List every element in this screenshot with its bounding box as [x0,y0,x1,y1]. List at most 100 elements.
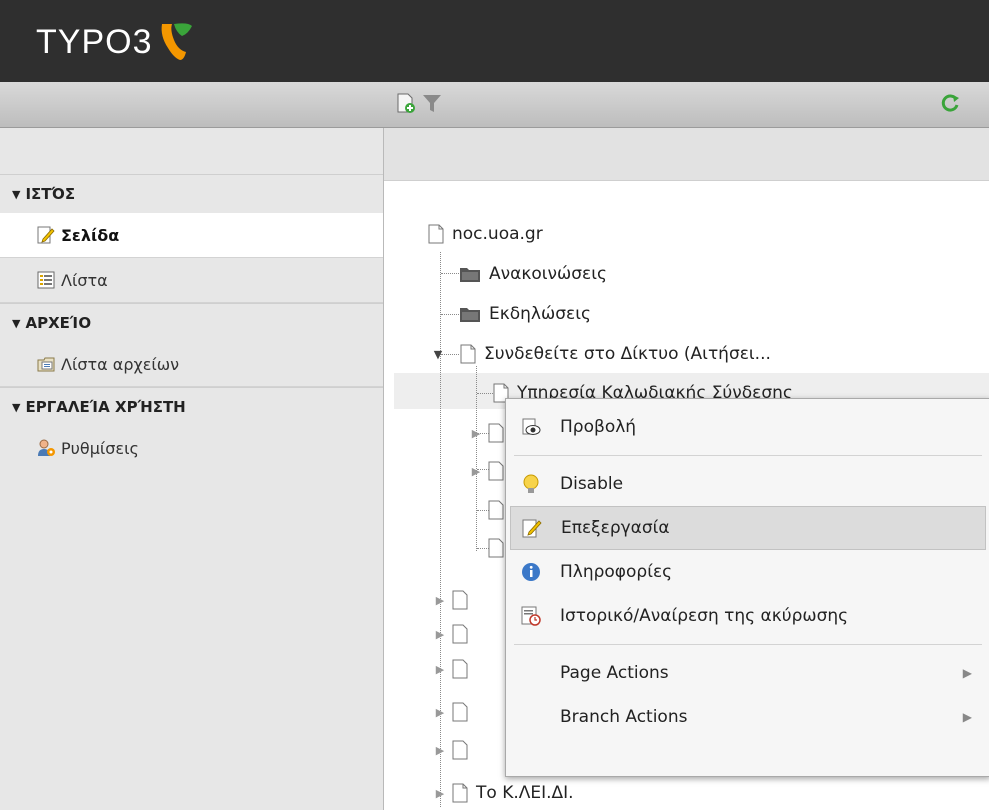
page-icon [488,461,504,481]
module-menu-spacer [0,128,383,174]
menu-item-view[interactable]: Προβολή [506,405,989,449]
section-title: ΙΣΤΌΣ [25,185,76,203]
module-label: Λίστα αρχείων [61,354,180,374]
menu-item-branch-actions[interactable]: Branch Actions ▶ [506,695,989,739]
page-icon [488,538,504,558]
menu-item-label: Πληροφορίες [560,562,673,582]
menu-item-label: Disable [560,474,624,494]
page-icon [452,783,468,803]
expand-arrow-icon[interactable]: ▶ [470,465,482,478]
menu-item-label: Branch Actions [560,707,688,727]
menu-item-label: Page Actions [560,663,669,683]
top-bar: TYPO3 [0,0,989,82]
expand-arrow-icon[interactable]: ▶ [434,744,446,757]
collapse-triangle-icon: ▼ [12,187,21,201]
collapse-arrow-icon[interactable]: ▼ [432,348,444,361]
menu-item-disable[interactable]: Disable [506,462,989,506]
module-user-settings[interactable]: Ρυθμίσεις [0,426,383,470]
node-label: Το Κ.ΛΕΙ.ΔΙ. [476,783,574,803]
typo3-logo-icon [162,23,193,60]
collapse-triangle-icon: ▼ [12,316,21,330]
tree-node-expanded[interactable]: ▼ Συνδεθείτε στο Δίκτυο (Αιτήσει... [432,342,771,366]
filter-icon[interactable] [421,92,443,114]
tree-node[interactable]: ▶ [434,738,476,762]
lightbulb-icon [520,473,542,495]
refresh-icon[interactable] [939,92,961,114]
page-icon [452,702,468,722]
section-header-file[interactable]: ▼ ΑΡΧΕΊΟ [0,303,383,342]
new-page-icon[interactable] [395,92,417,114]
toolbar [0,82,989,128]
node-label: Συνδεθείτε στο Δίκτυο (Αιτήσει... [484,344,771,364]
user-settings-icon [38,439,55,456]
menu-item-edit[interactable]: Επεξεργασία [510,506,986,550]
submenu-arrow-icon: ▶ [962,666,972,680]
module-label: Λίστα [61,270,108,290]
module-menu: ▼ ΙΣΤΌΣ Σελίδα Λίστα ▼ ΑΡΧΕΊΟ Λίστα αρχε… [0,128,384,810]
module-label: Σελίδα [61,225,120,245]
empty-icon-slot [520,706,542,728]
tree-line [477,393,493,394]
section-title: ΕΡΓΑΛΕΊΑ ΧΡΉΣΤΗ [25,398,186,416]
page-tree-header [384,128,989,181]
empty-icon-slot [520,662,542,684]
context-menu: Προβολή Disable Επεξεργασία Πληροφορίες … [505,398,989,777]
file-list-icon [37,357,55,372]
history-icon [520,605,542,627]
menu-item-history[interactable]: Ιστορικό/Αναίρεση της ακύρωσης [506,594,989,638]
module-list[interactable]: Λίστα [0,258,383,303]
page-icon [452,659,468,679]
submenu-arrow-icon: ▶ [962,710,972,724]
folder-icon [460,268,480,282]
page-edit-icon [37,226,55,244]
page-icon [488,500,504,520]
menu-item-label: Ιστορικό/Αναίρεση της ακύρωσης [560,606,849,626]
page-icon [460,344,476,364]
tree-root-node[interactable]: noc.uoa.gr [428,222,543,246]
view-icon [520,416,542,438]
section-header-web[interactable]: ▼ ΙΣΤΌΣ [0,174,383,213]
tree-node[interactable]: ▶ [434,622,476,646]
page-icon [452,590,468,610]
edit-icon [521,517,543,539]
menu-item-info[interactable]: Πληροφορίες [506,550,989,594]
tree-node[interactable]: ▶ [434,657,476,681]
tree-node[interactable]: ▶ Το Κ.ΛΕΙ.ΔΙ. [434,781,574,805]
module-label: Ρυθμίσεις [61,438,139,458]
node-label: noc.uoa.gr [452,224,543,244]
node-label: Ανακοινώσεις [489,264,607,284]
list-icon [37,271,55,289]
node-label: Εκδηλώσεις [489,304,591,324]
collapse-triangle-icon: ▼ [12,400,21,414]
expand-arrow-icon[interactable]: ▶ [434,594,446,607]
tree-node[interactable]: Εκδηλώσεις [459,302,591,326]
tree-line [441,273,459,274]
menu-item-label: Επεξεργασία [561,518,670,538]
expand-arrow-icon[interactable]: ▶ [434,628,446,641]
expand-arrow-icon[interactable]: ▶ [434,787,446,800]
page-icon [488,423,504,443]
logo-text: TYPO3 [36,22,153,61]
module-toolbar-left [0,82,383,127]
expand-arrow-icon[interactable]: ▶ [434,706,446,719]
module-page[interactable]: Σελίδα [0,213,383,258]
expand-arrow-icon[interactable]: ▶ [470,427,482,440]
module-file-list[interactable]: Λίστα αρχείων [0,342,383,387]
page-icon [452,624,468,644]
page-tree-toolbar [383,82,989,127]
tree-node[interactable]: Ανακοινώσεις [459,262,607,286]
menu-separator [514,455,982,456]
menu-separator [514,644,982,645]
tree-node[interactable]: ▶ [434,588,476,612]
section-title: ΑΡΧΕΊΟ [25,314,92,332]
page-icon [428,224,444,244]
tree-node[interactable]: ▶ [434,700,476,724]
folder-icon [460,308,480,322]
section-header-user-tools[interactable]: ▼ ΕΡΓΑΛΕΊΑ ΧΡΉΣΤΗ [0,387,383,426]
page-icon [452,740,468,760]
typo3-logo[interactable]: TYPO3 [36,22,194,62]
info-icon [520,561,542,583]
menu-item-label: Προβολή [560,417,637,437]
expand-arrow-icon[interactable]: ▶ [434,663,446,676]
menu-item-page-actions[interactable]: Page Actions ▶ [506,651,989,695]
